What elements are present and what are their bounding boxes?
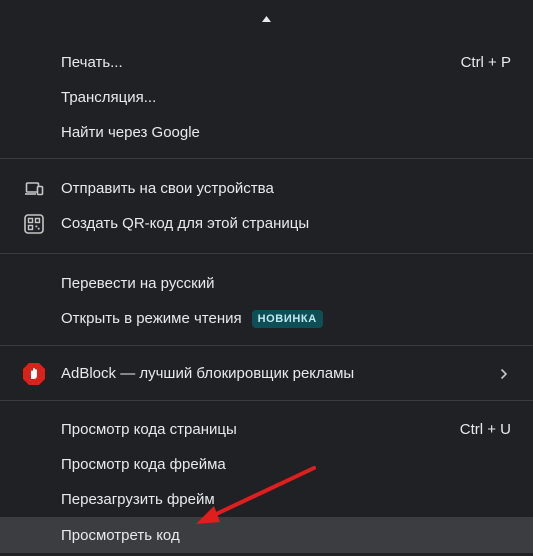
menu-item-cast-label: Трансляция...	[61, 89, 157, 106]
reading-mode-text: Открыть в режиме чтения	[61, 309, 242, 327]
menu-item-translate-label: Перевести на русский	[61, 275, 215, 292]
adblock-hand-icon	[22, 362, 46, 386]
menu-item-view-frame-source[interactable]: Просмотр кода фрейма	[0, 447, 533, 482]
new-badge: НОВИНКА	[251, 309, 323, 328]
devices-icon	[22, 177, 46, 201]
menu-item-print-shortcut: Ctrl + P	[460, 54, 511, 71]
context-menu: Печать... Ctrl + P Трансляция... Найти ч…	[0, 0, 533, 556]
menu-item-reload-frame[interactable]: Перезагрузить фрейм	[0, 482, 533, 517]
menu-item-adblock[interactable]: AdBlock — лучший блокировщик рекламы	[0, 356, 533, 391]
menu-item-search-google-label: Найти через Google	[61, 124, 200, 141]
menu-item-view-source-shortcut: Ctrl + U	[459, 421, 511, 438]
menu-item-print-label: Печать...	[61, 54, 123, 71]
menu-item-view-source-label: Просмотр кода страницы	[61, 421, 237, 438]
menu-separator	[0, 158, 533, 159]
scroll-up-button[interactable]	[0, 10, 533, 30]
menu-item-search-google[interactable]: Найти через Google	[0, 115, 533, 150]
menu-item-reading-mode[interactable]: Открыть в режиме чтения НОВИНКА	[0, 301, 533, 336]
chevron-right-icon	[497, 367, 511, 381]
triangle-up-icon	[262, 16, 271, 22]
menu-separator	[0, 345, 533, 346]
menu-item-create-qr-label: Создать QR-код для этой страницы	[61, 215, 310, 232]
menu-item-send-to-devices[interactable]: Отправить на свои устройства	[0, 171, 533, 206]
menu-item-view-source[interactable]: Просмотр кода страницы Ctrl + U	[0, 412, 533, 447]
menu-item-translate[interactable]: Перевести на русский	[0, 266, 533, 301]
menu-item-inspect[interactable]: Просмотреть код	[0, 517, 533, 553]
menu-item-create-qr[interactable]: Создать QR-код для этой страницы	[0, 206, 533, 241]
menu-item-inspect-label: Просмотреть код	[61, 526, 180, 544]
menu-item-view-frame-source-label: Просмотр кода фрейма	[61, 456, 226, 473]
menu-item-reading-mode-label: Открыть в режиме чтения НОВИНКА	[61, 309, 323, 328]
menu-item-send-to-devices-label: Отправить на свои устройства	[61, 180, 274, 197]
menu-separator	[0, 253, 533, 254]
menu-item-reload-frame-label: Перезагрузить фрейм	[61, 491, 215, 508]
menu-item-print[interactable]: Печать... Ctrl + P	[0, 45, 533, 80]
menu-item-cast[interactable]: Трансляция...	[0, 80, 533, 115]
menu-item-adblock-label: AdBlock — лучший блокировщик рекламы	[61, 365, 355, 382]
qr-code-icon	[22, 212, 46, 236]
menu-separator	[0, 400, 533, 401]
